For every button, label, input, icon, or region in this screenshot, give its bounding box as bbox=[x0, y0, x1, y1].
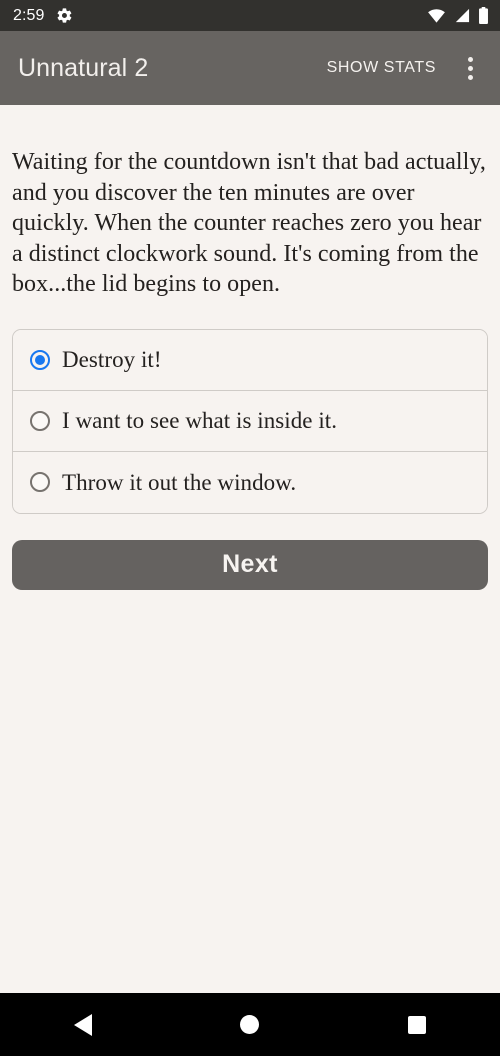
battery-icon bbox=[479, 7, 488, 24]
status-bar-system-icons bbox=[427, 7, 489, 24]
home-circle-icon bbox=[240, 1015, 260, 1034]
back-triangle-icon bbox=[74, 1013, 93, 1036]
nav-back-button[interactable] bbox=[38, 993, 128, 1056]
radio-button-icon[interactable] bbox=[30, 410, 50, 431]
page-title: Unnatural 2 bbox=[18, 53, 149, 82]
choice-option-label: Throw it out the window. bbox=[62, 469, 297, 495]
android-navigation-bar bbox=[0, 993, 500, 1056]
overflow-dot-icon bbox=[467, 74, 473, 80]
choice-option-0[interactable]: Destroy it! bbox=[13, 329, 487, 391]
status-bar-notification-icons bbox=[56, 7, 73, 24]
choice-option-label: Destroy it! bbox=[62, 347, 162, 372]
overflow-dot-icon bbox=[467, 56, 473, 62]
next-button[interactable]: Next bbox=[12, 539, 488, 590]
gear-icon bbox=[57, 8, 71, 23]
story-passage: Waiting for the countdown isn't that bad… bbox=[12, 149, 486, 297]
overflow-dot-icon bbox=[467, 65, 473, 71]
phone-screen: 2:59 Unnatural 2 SHOW STATS Waiting for … bbox=[0, 0, 500, 1056]
radio-button-icon[interactable] bbox=[30, 472, 50, 492]
show-stats-button[interactable]: SHOW STATS bbox=[315, 49, 448, 87]
wifi-icon bbox=[428, 9, 445, 23]
status-bar: 2:59 bbox=[0, 0, 500, 31]
choice-option-1[interactable]: I want to see what is inside it. bbox=[13, 390, 487, 452]
cellular-signal-icon bbox=[455, 8, 470, 23]
choice-option-label: I want to see what is inside it. bbox=[62, 408, 337, 433]
radio-button-icon[interactable] bbox=[30, 349, 50, 370]
recents-square-icon bbox=[407, 1015, 426, 1034]
status-bar-clock: 2:59 bbox=[13, 6, 45, 24]
nav-home-button[interactable] bbox=[205, 993, 295, 1056]
main-content: Waiting for the countdown isn't that bad… bbox=[0, 105, 500, 993]
nav-recents-button[interactable] bbox=[372, 993, 462, 1056]
choice-options-card: Destroy it! I want to see what is inside… bbox=[12, 328, 488, 514]
choice-option-2[interactable]: Throw it out the window. bbox=[13, 451, 487, 513]
app-bar: Unnatural 2 SHOW STATS bbox=[0, 31, 500, 105]
overflow-menu-button[interactable] bbox=[448, 43, 492, 93]
